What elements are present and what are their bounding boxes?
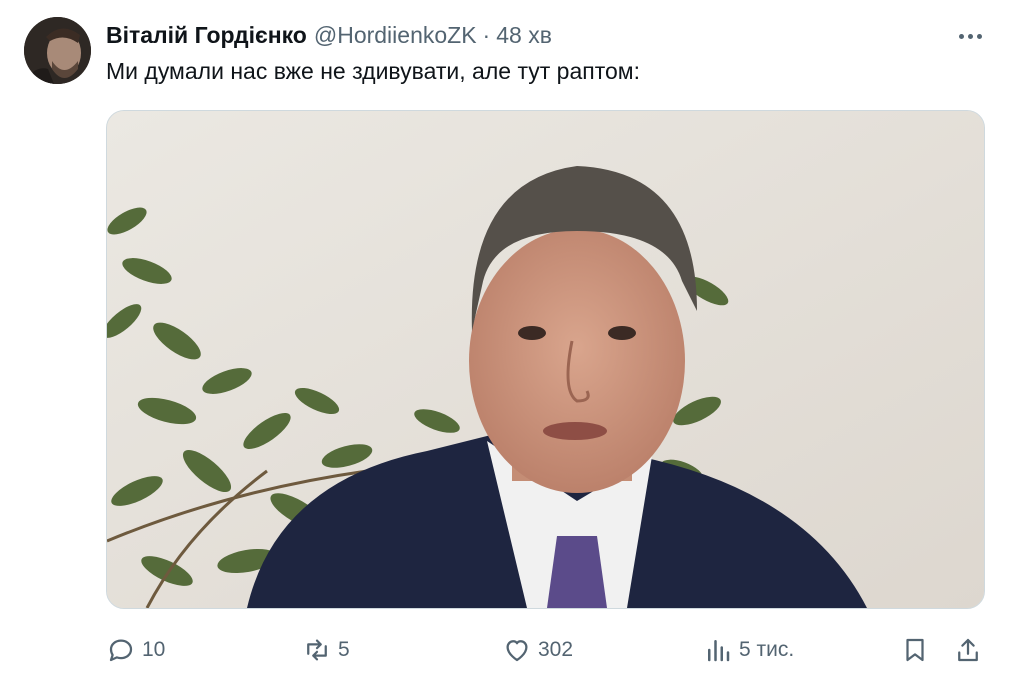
author-handle[interactable]: @HordiienkoZK (314, 22, 477, 49)
bookmark-button[interactable] (900, 628, 930, 672)
more-horizontal-icon (958, 33, 964, 39)
reply-button[interactable]: 10 (106, 628, 165, 672)
tweet-header: Віталій Гордієнко @HordiienkoZK · 48 хв (106, 18, 552, 52)
share-icon (958, 638, 978, 662)
views-icon (708, 640, 730, 662)
more-options-button[interactable] (948, 21, 992, 51)
like-count: 302 (538, 638, 574, 661)
like-button[interactable]: 302 (502, 628, 573, 672)
author-avatar[interactable] (24, 17, 91, 84)
video-frame-image (107, 111, 984, 608)
heart-icon (506, 640, 528, 662)
reply-icon (109, 639, 133, 662)
avatar-image (24, 17, 91, 84)
tweet-actions: 10 5 302 5 тис. (0, 628, 1010, 672)
retweet-icon (307, 639, 327, 661)
author-name[interactable]: Віталій Гордієнко (106, 22, 307, 49)
views-count: 5 тис. (739, 638, 795, 661)
bookmark-icon (906, 638, 924, 662)
retweet-button[interactable]: 5 (302, 628, 350, 672)
views-button[interactable]: 5 тис. (703, 628, 794, 672)
retweet-count: 5 (338, 638, 350, 661)
tweet-text: Ми думали нас вже не здивувати, але тут … (106, 58, 640, 84)
share-button[interactable] (953, 628, 983, 672)
header-separator: · (482, 21, 491, 48)
tweet-timestamp[interactable]: 48 хв (496, 22, 552, 49)
reply-count: 10 (142, 638, 166, 661)
tweet-media[interactable] (106, 110, 985, 609)
